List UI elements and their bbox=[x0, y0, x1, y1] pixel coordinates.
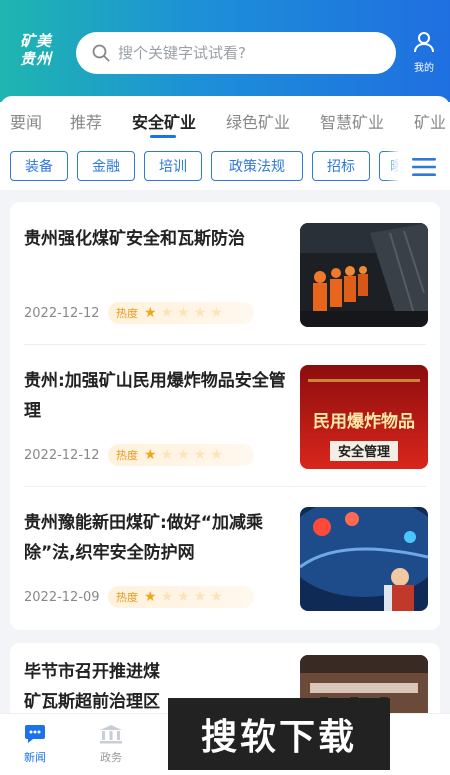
chip-policy[interactable]: 政策法规 bbox=[211, 151, 303, 181]
star-icon: ★ bbox=[193, 447, 207, 463]
star-icon: ★ bbox=[160, 447, 174, 463]
nav-news[interactable]: 新闻 bbox=[10, 724, 60, 765]
heat-label: 热度 bbox=[116, 449, 138, 462]
hamburger-menu-icon bbox=[412, 158, 436, 176]
article-date: 2022-12-09 bbox=[24, 590, 100, 605]
article-thumbnail bbox=[300, 507, 428, 611]
nav-news-label: 新闻 bbox=[24, 751, 46, 764]
heat-rating: 热度 ★ ★ ★ ★ ★ bbox=[108, 444, 254, 466]
search-input[interactable] bbox=[118, 44, 378, 62]
category-tabs: 要闻 推荐 安全矿业 绿色矿业 智慧矿业 矿业 bbox=[0, 96, 450, 144]
heat-rating: 热度 ★ ★ ★ ★ ★ bbox=[108, 302, 254, 324]
article-card[interactable]: 贵州强化煤矿安全和瓦斯防治 2022-12-12 热度 ★ ★ ★ ★ ★ bbox=[10, 202, 440, 344]
tab-mining-more[interactable]: 矿业 bbox=[414, 109, 446, 133]
article-card[interactable]: 贵州:加强矿山民用爆炸物品安全管理 2022-12-12 热度 ★ ★ ★ ★ … bbox=[10, 344, 440, 486]
star-icon: ★ bbox=[144, 447, 157, 463]
app-logo[interactable]: 矿美 贵州 bbox=[14, 32, 58, 68]
star-icon: ★ bbox=[177, 589, 190, 605]
chip-finance[interactable]: 金融 bbox=[77, 151, 135, 181]
active-tab-indicator bbox=[150, 135, 176, 138]
star-icon: ★ bbox=[177, 447, 190, 463]
article-thumbnail bbox=[300, 223, 428, 327]
article-title: 贵州强化煤矿安全和瓦斯防治 bbox=[24, 229, 245, 249]
star-icon: ★ bbox=[193, 589, 207, 605]
profile-label: 我的 bbox=[414, 63, 434, 74]
article-date: 2022-12-12 bbox=[24, 448, 100, 463]
search-icon bbox=[92, 44, 110, 62]
heat-label: 热度 bbox=[116, 591, 138, 604]
watermark-overlay: 搜软下载 bbox=[168, 698, 390, 770]
star-icon: ★ bbox=[210, 589, 223, 605]
chip-equipment[interactable]: 装备 bbox=[10, 151, 68, 181]
user-icon bbox=[414, 32, 434, 53]
star-icon: ★ bbox=[177, 305, 190, 321]
article-thumbnail: 民用爆炸物品 安全管理 bbox=[300, 365, 428, 469]
article-title: 贵州:加强矿山民用爆炸物品安全管理 bbox=[24, 371, 286, 421]
tab-safe-mining[interactable]: 安全矿业 bbox=[132, 109, 196, 133]
heat-rating: 热度 ★ ★ ★ ★ ★ bbox=[108, 586, 254, 608]
star-icon: ★ bbox=[144, 589, 157, 605]
star-icon: ★ bbox=[210, 447, 223, 463]
chat-bubble-icon bbox=[25, 725, 45, 743]
chip-training[interactable]: 培训 bbox=[144, 151, 202, 181]
chip-bidding[interactable]: 招标 bbox=[312, 151, 370, 181]
article-card[interactable]: 贵州豫能新田煤矿:做好“加减乘除”法,织牢安全防护网 2022-12-09 热度… bbox=[10, 486, 440, 628]
article-list: 贵州强化煤矿安全和瓦斯防治 2022-12-12 热度 ★ ★ ★ ★ ★ 贵州… bbox=[10, 202, 440, 630]
app-header: 矿美 贵州 我的 bbox=[0, 0, 450, 102]
article-title: 贵州豫能新田煤矿:做好“加减乘除”法,织牢安全防护网 bbox=[24, 513, 263, 563]
category-menu-button[interactable] bbox=[398, 144, 450, 190]
star-icon: ★ bbox=[210, 305, 223, 321]
heat-label: 热度 bbox=[116, 307, 138, 320]
star-icon: ★ bbox=[160, 589, 174, 605]
tab-headlines[interactable]: 要闻 bbox=[10, 109, 42, 133]
profile-button[interactable]: 我的 bbox=[406, 30, 442, 74]
star-icon: ★ bbox=[144, 305, 157, 321]
star-icon: ★ bbox=[193, 305, 207, 321]
tab-green-mining[interactable]: 绿色矿业 bbox=[226, 109, 290, 133]
poster-subtitle: 安全管理 bbox=[338, 444, 390, 460]
subcategory-chips: 装备 金融 培训 政策法规 招标 曝 bbox=[0, 144, 450, 190]
government-building-icon bbox=[100, 725, 122, 744]
search-bar[interactable] bbox=[76, 32, 396, 74]
article-date: 2022-12-12 bbox=[24, 306, 100, 321]
star-icon: ★ bbox=[160, 305, 174, 321]
article-title: 毕节市召开推进煤矿瓦斯超前治理区域 治理系统 bbox=[24, 662, 160, 712]
tab-smart-mining[interactable]: 智慧矿业 bbox=[320, 109, 384, 133]
nav-government-label: 政务 bbox=[100, 751, 122, 764]
poster-title: 民用爆炸物品 bbox=[313, 411, 415, 432]
tab-recommended[interactable]: 推荐 bbox=[70, 109, 102, 133]
nav-government[interactable]: 政务 bbox=[86, 724, 136, 765]
